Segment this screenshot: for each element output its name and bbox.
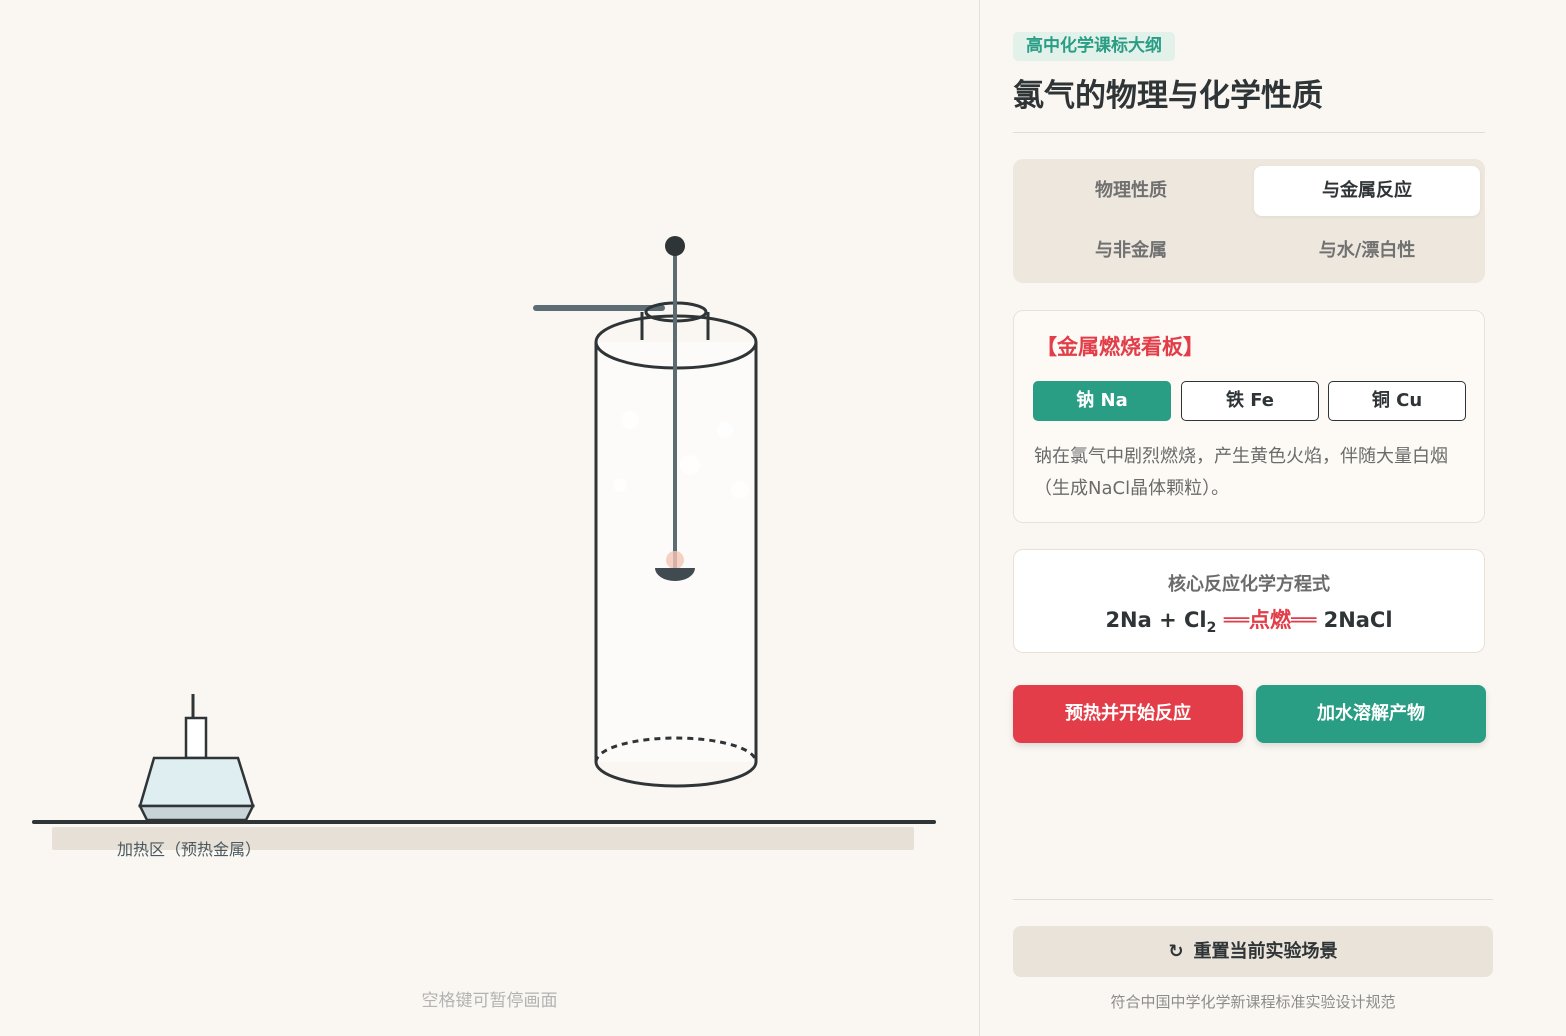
equation-card: 核心反应化学方程式 2Na + Cl2 ══点燃══ 2NaCl <box>1013 549 1485 653</box>
metal-button-fe[interactable]: 铁 Fe <box>1181 381 1319 421</box>
reset-label: 重置当前实验场景 <box>1193 941 1338 962</box>
title-divider <box>1013 132 1485 133</box>
equation-condition: ══点燃══ <box>1223 608 1317 632</box>
metal-board-title: 【金属燃烧看板】 <box>1036 335 1204 359</box>
metal-button-cu[interactable]: 铜 Cu <box>1328 381 1466 421</box>
topic-tabs: 物理性质 与金属反应 与非金属 与水/漂白性 <box>1013 159 1485 283</box>
tab-physical-properties[interactable]: 物理性质 <box>1018 166 1244 216</box>
reset-icon: ↻ <box>1168 941 1184 962</box>
tab-metal-reaction[interactable]: 与金属反应 <box>1254 166 1480 216</box>
curriculum-footer: 符合中国中学化学新课程标准实验设计规范 <box>1110 993 1396 1011</box>
experiment-stage[interactable]: 加热区（预热金属） 空格键可暂停画面 <box>0 0 979 1036</box>
equation-product: 2NaCl <box>1323 608 1393 632</box>
curriculum-badge: 高中化学课标大纲 <box>1013 32 1175 61</box>
reaction-description: 钠在氯气中剧烈燃烧，产生黄色火焰，伴随大量白烟（生成NaCl晶体颗粒）。 <box>1034 446 1448 499</box>
control-panel: 高中化学课标大纲 氯气的物理与化学性质 物理性质 与金属反应 与非金属 与水/漂… <box>979 0 1566 1036</box>
footer-divider <box>1013 899 1493 900</box>
pause-hint: 空格键可暂停画面 <box>421 991 558 1011</box>
equation-subscript: 2 <box>1206 620 1217 637</box>
reset-scene-button[interactable]: ↻ 重置当前实验场景 <box>1013 926 1493 977</box>
add-water-button[interactable]: 加水溶解产物 <box>1256 685 1486 743</box>
heat-zone-label: 加热区（预热金属） <box>117 840 262 859</box>
preheat-start-button[interactable]: 预热并开始反应 <box>1013 685 1243 743</box>
metal-board-card: 【金属燃烧看板】 钠 Na 铁 Fe 铜 Cu 钠在氯气中剧烈燃烧，产生黄色火焰… <box>1013 310 1485 523</box>
tab-nonmetal-reaction[interactable]: 与非金属 <box>1018 226 1244 276</box>
page-title: 氯气的物理与化学性质 <box>1013 78 1323 114</box>
apparatus-canvas <box>32 236 936 850</box>
equation-label: 核心反应化学方程式 <box>1168 574 1330 595</box>
metal-button-na[interactable]: 钠 Na <box>1033 381 1171 421</box>
chemical-equation: 2Na + Cl2 ══点燃══ 2NaCl <box>1014 604 1484 636</box>
heater-lamp <box>137 694 256 822</box>
equation-reactants: 2Na + Cl <box>1105 608 1207 632</box>
tab-water-bleaching[interactable]: 与水/漂白性 <box>1254 226 1480 276</box>
